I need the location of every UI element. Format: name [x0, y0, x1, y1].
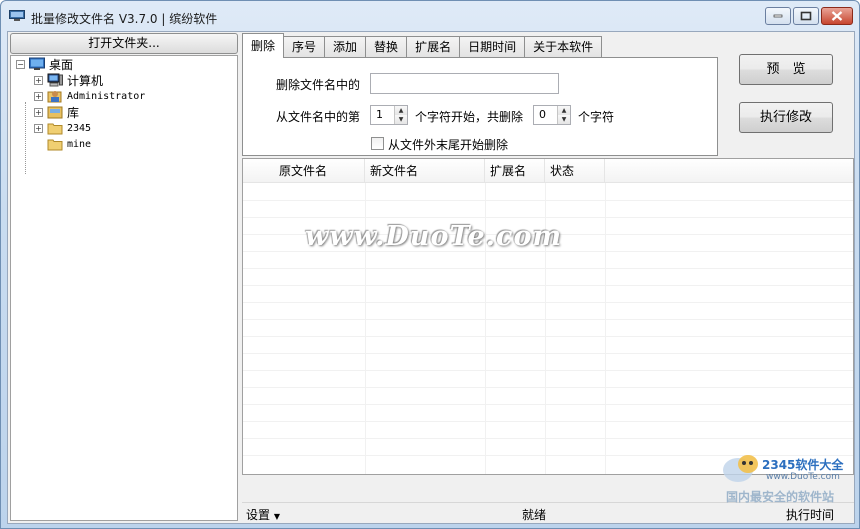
maximize-button[interactable] — [793, 7, 819, 25]
delete-count-value: 0 — [539, 108, 546, 121]
close-button[interactable] — [821, 7, 853, 25]
expand-icon[interactable]: + — [34, 75, 43, 85]
exec-time-label: 执行时间 — [786, 508, 835, 522]
tree-item-desktop[interactable]: − 桌面 — [16, 56, 73, 72]
expand-icon[interactable]: + — [34, 91, 43, 101]
window-title: 批量修改文件名 V3.7.0 | 缤纷软件 — [31, 12, 218, 26]
folder-tree[interactable]: − 桌面 + 计算机 + Administrator + 库 + 2345 mi… — [10, 55, 238, 521]
spin-up-icon[interactable]: ▲ — [557, 106, 570, 115]
tab-strip: 删除 序号 添加 替换 扩展名 日期时间 关于本软件 — [242, 33, 603, 58]
column-new-name[interactable]: 新文件名 — [365, 159, 485, 183]
folder-icon — [47, 139, 63, 151]
expand-icon[interactable]: + — [34, 107, 43, 117]
tab-add[interactable]: 添加 — [324, 36, 367, 58]
start-position-value: 1 — [376, 108, 383, 121]
tree-label: 桌面 — [49, 57, 74, 72]
tab-delete[interactable]: 删除 — [242, 33, 285, 58]
app-icon — [9, 10, 25, 21]
computer-icon — [47, 73, 63, 87]
collapse-icon[interactable]: − — [16, 59, 25, 69]
expand-icon[interactable]: + — [34, 123, 43, 133]
status-bar: 设置 ▼ 就绪 执行时间 — [242, 502, 854, 522]
file-list[interactable]: 原文件名 新文件名 扩展名 状态 — [242, 158, 854, 475]
from-end-label: 从文件外末尾开始删除 — [388, 138, 509, 152]
tree-item-2345[interactable]: + 2345 — [34, 120, 91, 136]
spin-up-icon[interactable]: ▲ — [394, 106, 407, 115]
start-position-stepper[interactable]: 1 ▲ ▼ — [370, 105, 408, 125]
folder-icon — [47, 123, 63, 135]
user-folder-icon — [47, 91, 62, 103]
tree-item-administrator[interactable]: + Administrator — [34, 88, 145, 104]
column-extension[interactable]: 扩展名 — [485, 159, 545, 183]
from-end-checkbox[interactable] — [371, 137, 384, 150]
tree-label: 计算机 — [67, 73, 104, 88]
minimize-icon — [773, 14, 783, 18]
tab-datetime[interactable]: 日期时间 — [459, 36, 526, 58]
mascot-icon — [723, 455, 758, 482]
close-icon — [831, 11, 843, 21]
tab-about[interactable]: 关于本软件 — [524, 36, 603, 58]
tree-item-library[interactable]: + 库 — [34, 104, 79, 120]
status-text: 就绪 — [522, 508, 547, 522]
tree-label: 2345 — [67, 122, 92, 134]
settings-label: 设置 — [246, 508, 271, 522]
execute-button[interactable]: 执行修改 — [739, 102, 833, 133]
spin-down-icon[interactable]: ▼ — [394, 115, 407, 124]
desktop-icon — [29, 57, 45, 70]
tab-extension[interactable]: 扩展名 — [406, 36, 461, 58]
tab-replace[interactable]: 替换 — [365, 36, 408, 58]
dropdown-arrow-icon: ▼ — [273, 512, 280, 521]
tree-label: mine — [67, 138, 92, 150]
preview-button[interactable]: 预 览 — [739, 54, 833, 85]
delete-count-stepper[interactable]: 0 ▲ ▼ — [533, 105, 571, 125]
title-bar[interactable]: 批量修改文件名 V3.7.0 | 缤纷软件 — [1, 1, 859, 31]
brand-url: www.DuoTe.com — [766, 472, 840, 482]
brand-slogan: 国内最安全的软件站 — [726, 490, 835, 504]
delete-text-input[interactable] — [370, 73, 559, 94]
from-position-label: 从文件名中的第 — [276, 110, 361, 124]
list-header: 原文件名 新文件名 扩展名 状态 — [243, 159, 853, 183]
delete-tab-panel: 删除文件名中的 从文件名中的第 1 ▲ ▼ 个字符开始，共删除 0 ▲ ▼ 个字符 … — [242, 57, 718, 156]
spin-down-icon[interactable]: ▼ — [557, 115, 570, 124]
start-suffix-label: 个字符开始，共删除 — [415, 110, 524, 124]
maximize-icon — [800, 11, 812, 21]
tab-sequence[interactable]: 序号 — [283, 36, 326, 58]
watermark-text: www.DuoTe.com — [305, 221, 563, 252]
tree-label: 库 — [67, 105, 80, 120]
minimize-button[interactable] — [765, 7, 791, 25]
tree-item-mine[interactable]: mine — [47, 136, 91, 152]
corner-logo: 2345软件大全 www.DuoTe.com 国内最安全的软件站 — [720, 448, 856, 504]
delete-text-label: 删除文件名中的 — [276, 78, 361, 92]
tree-item-computer[interactable]: + 计算机 — [34, 72, 103, 88]
tree-label: Administrator — [67, 90, 146, 102]
column-original-name[interactable]: 原文件名 — [243, 159, 365, 183]
column-status[interactable]: 状态 — [545, 159, 605, 183]
count-suffix-label: 个字符 — [578, 110, 615, 124]
settings-menu[interactable]: 设置 ▼ — [246, 506, 280, 523]
open-folder-button[interactable]: 打开文件夹... — [10, 33, 238, 54]
library-icon — [47, 106, 63, 119]
brand-text: 2345软件大全 — [762, 458, 844, 472]
